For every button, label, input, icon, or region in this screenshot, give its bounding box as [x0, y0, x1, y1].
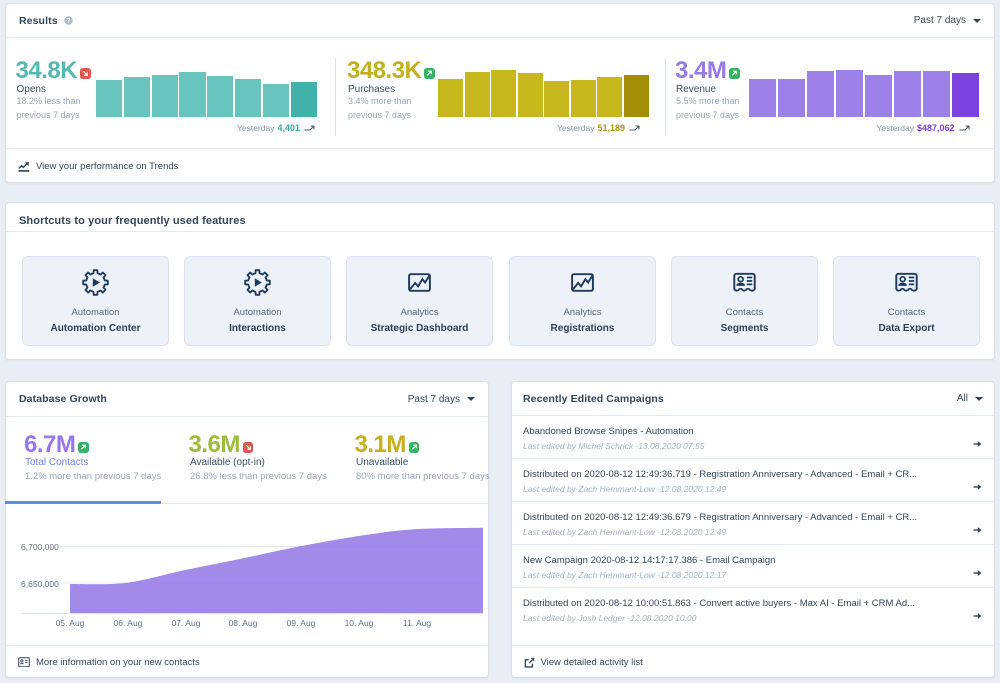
svg-text:?: ? [66, 18, 70, 25]
